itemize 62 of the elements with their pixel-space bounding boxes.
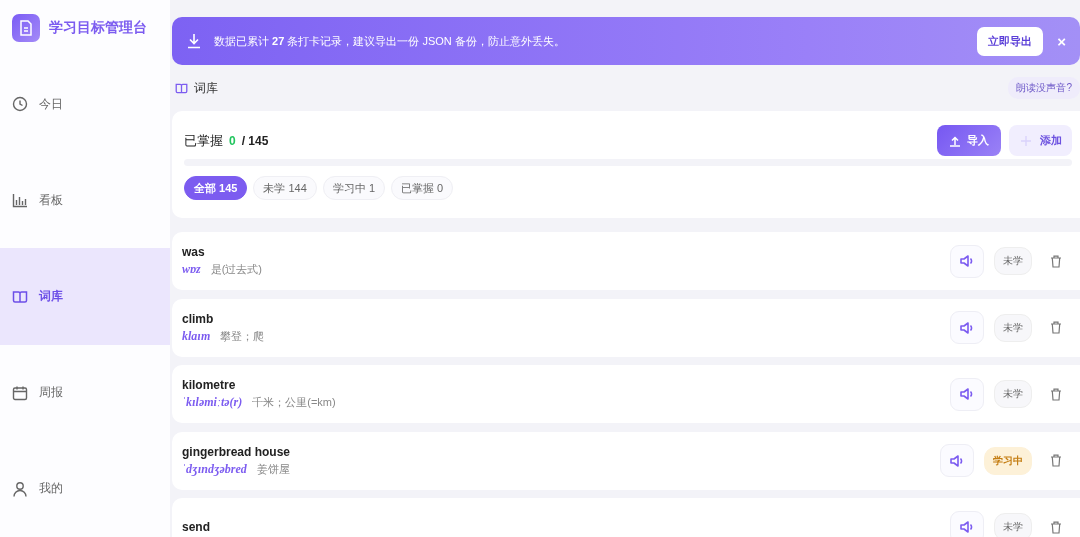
- filter-chip[interactable]: 学习中 1: [322, 176, 386, 200]
- add-button[interactable]: 添加: [1009, 125, 1072, 156]
- speaker-icon: [960, 255, 974, 267]
- calendar-icon: [12, 384, 28, 401]
- meaning-text: 千米；公里(=km): [252, 395, 336, 410]
- speaker-button[interactable]: [950, 244, 984, 278]
- total-count: / 145: [241, 133, 269, 148]
- export-button[interactable]: 立即导出: [977, 26, 1044, 56]
- status-tag: 未学: [994, 247, 1032, 275]
- trash-icon: [1050, 454, 1062, 467]
- status-tag: 未学: [994, 380, 1032, 408]
- word-text: gingerbread house: [182, 444, 292, 459]
- word-text: send: [182, 520, 211, 534]
- speaker-icon: [960, 388, 974, 400]
- trash-icon: [1050, 321, 1062, 334]
- phonetic-text: klaɪm: [182, 328, 211, 344]
- bar-chart-icon: [12, 192, 28, 209]
- speaker-icon: [950, 454, 964, 467]
- meaning-text: 攀登；爬: [220, 328, 265, 344]
- download-icon: [186, 33, 202, 49]
- filter-chip[interactable]: 已掌握 0: [391, 176, 454, 200]
- speaker-button[interactable]: [940, 444, 974, 477]
- mastered-count: 0: [229, 133, 236, 148]
- help-link[interactable]: 朗读没声音?: [1008, 77, 1080, 99]
- status-tag: 未学: [994, 313, 1032, 342]
- book-icon: [12, 288, 28, 305]
- phonetic-text: wɒz: [182, 262, 201, 277]
- upload-icon: [949, 134, 961, 147]
- speaker-button[interactable]: [950, 311, 984, 344]
- sidebar-item[interactable]: 我的: [0, 440, 170, 537]
- sidebar-item[interactable]: 词库: [0, 248, 170, 345]
- meaning-text: 是(过去式): [210, 262, 262, 277]
- sidebar-item[interactable]: 周报: [0, 344, 170, 441]
- word-text: was: [182, 245, 206, 259]
- logo-icon: [12, 14, 40, 42]
- user-icon: [12, 480, 28, 497]
- section-title: 词库: [194, 79, 219, 97]
- meaning-text: 姜饼屋: [256, 461, 290, 477]
- speaker-button[interactable]: [950, 510, 984, 537]
- status-tag: 学习中: [984, 446, 1032, 475]
- phonetic-text: ˈdʒɪndʒəbred: [182, 461, 247, 477]
- word-text: kilometre: [182, 378, 237, 392]
- speaker-icon: [960, 321, 974, 334]
- filter-chip[interactable]: 全部 145: [184, 176, 248, 200]
- clock-icon: [12, 96, 28, 113]
- app-title: 学习目标管理台: [49, 19, 147, 37]
- word-text: climb: [182, 311, 215, 326]
- status-tag: 未学: [994, 513, 1032, 537]
- banner-message: 数据已累计 27 条打卡记录，建议导出一份 JSON 备份，防止意外丢失。: [214, 33, 566, 49]
- phonetic-text: ˈkɪləmiːtə(r): [182, 395, 243, 410]
- filter-chip[interactable]: 未学 144: [253, 176, 317, 200]
- mastered-label: 已掌握: [184, 131, 223, 150]
- trash-icon: [1050, 520, 1062, 534]
- sidebar-item[interactable]: 看板: [0, 152, 170, 249]
- trash-icon: [1050, 387, 1062, 401]
- sidebar-item[interactable]: 今日: [0, 56, 170, 153]
- speaker-icon: [960, 521, 974, 533]
- import-button[interactable]: 导入: [937, 125, 1001, 156]
- trash-icon: [1050, 254, 1062, 268]
- book-icon: [175, 81, 188, 95]
- speaker-button[interactable]: [950, 377, 984, 411]
- plus-icon: [1021, 135, 1031, 146]
